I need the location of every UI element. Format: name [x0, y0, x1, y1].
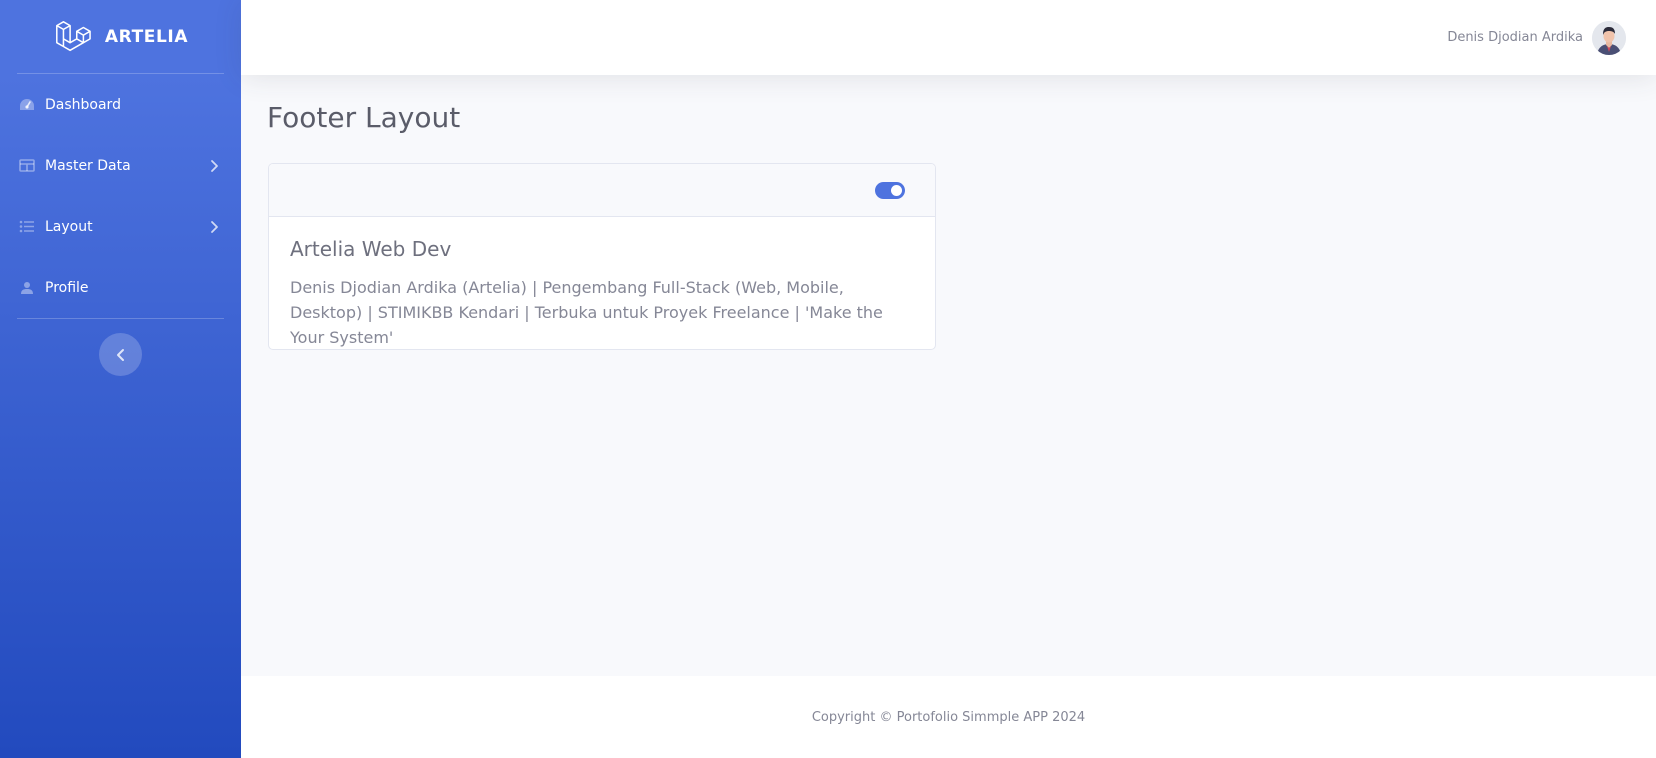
card-text: Denis Djodian Ardika (Artelia) | Pengemb… — [290, 278, 883, 347]
page-title: Footer Layout — [267, 101, 461, 134]
copyright-text: Copyright © Portofolio Simmple APP 2024 — [811, 709, 1086, 725]
sidebar: ARTELIA Dashboard Master Data Layout Pro… — [0, 0, 241, 758]
chevron-right-icon — [211, 159, 218, 172]
sidebar-item-label: Dashboard — [45, 96, 121, 113]
sidebar-toggle-wrap — [0, 319, 241, 376]
card-header — [269, 164, 935, 217]
footer-toggle-switch[interactable] — [875, 181, 905, 199]
card-title: Artelia Web Dev — [290, 237, 452, 261]
sidebar-toggle-button[interactable] — [99, 333, 142, 376]
card-body: Artelia Web Dev Denis Djodian Ardika (Ar… — [269, 217, 935, 349]
sidebar-item-profile[interactable]: Profile — [0, 257, 241, 318]
sidebar-brand[interactable]: ARTELIA — [0, 0, 241, 73]
avatar[interactable] — [1592, 20, 1626, 55]
footer: Copyright © Portofolio Simmple APP 2024 — [241, 676, 1656, 758]
table-icon — [17, 158, 36, 174]
tachometer-icon — [17, 97, 36, 113]
sidebar-item-label: Profile — [45, 279, 89, 296]
sidebar-item-label: Master Data — [45, 157, 131, 174]
sidebar-item-dashboard[interactable]: Dashboard — [0, 74, 241, 135]
brand-name: ARTELIA — [104, 26, 189, 47]
main-content: Footer Layout Artelia Web Dev Denis Djod… — [241, 75, 1656, 676]
topbar: Denis Djodian Ardika — [241, 0, 1656, 75]
list-icon — [17, 219, 36, 235]
chevron-right-icon — [211, 220, 218, 233]
chevron-left-icon — [116, 348, 124, 361]
footer-layout-card: Artelia Web Dev Denis Djodian Ardika (Ar… — [268, 163, 936, 350]
sidebar-item-label: Layout — [45, 218, 93, 235]
laravel-logo-icon — [55, 20, 91, 51]
sidebar-item-layout[interactable]: Layout — [0, 196, 241, 257]
user-name[interactable]: Denis Djodian Ardika — [1447, 30, 1583, 45]
sidebar-item-master-data[interactable]: Master Data — [0, 135, 241, 196]
user-icon — [17, 280, 36, 296]
